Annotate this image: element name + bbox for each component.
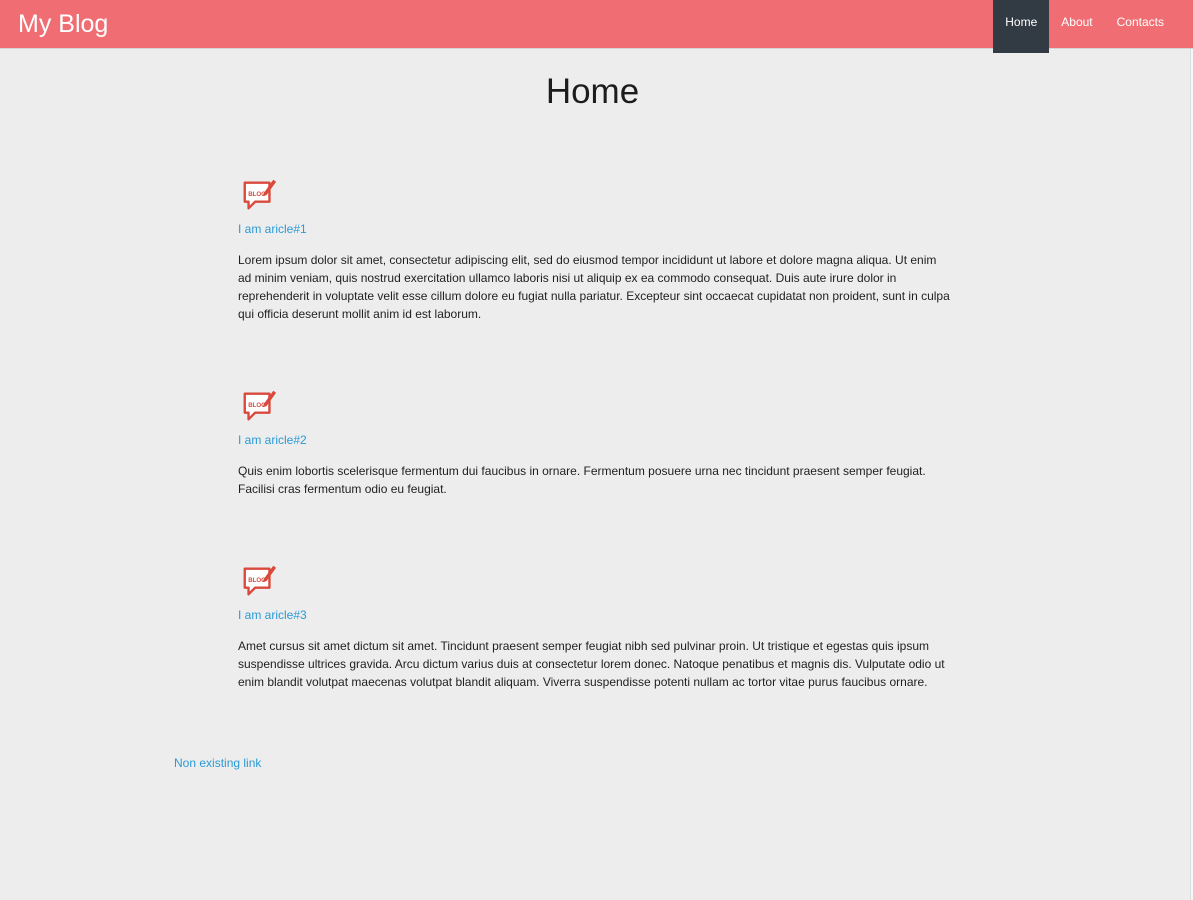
article-title-link[interactable]: I am aricle#3 <box>238 608 950 622</box>
svg-text:BLOG: BLOG <box>248 191 266 198</box>
article-card: BLOG I am aricle#1 Lorem ipsum dolor sit… <box>238 176 950 323</box>
blog-icon: BLOG <box>243 565 277 596</box>
article-title-link[interactable]: I am aricle#2 <box>238 433 950 447</box>
article-body: Amet cursus sit amet dictum sit amet. Ti… <box>238 639 945 689</box>
svg-text:BLOG: BLOG <box>248 402 266 409</box>
nav-about-link[interactable]: About <box>1049 0 1104 53</box>
page-title: Home <box>545 72 640 111</box>
article-body: Lorem ipsum dolor sit amet, consectetur … <box>238 253 950 321</box>
main-nav: Home About Contacts <box>993 0 1193 53</box>
nav-home-link[interactable]: Home <box>993 0 1050 53</box>
article-body: Quis enim lobortis scelerisque fermentum… <box>238 464 926 496</box>
article-title-link[interactable]: I am aricle#1 <box>238 222 950 236</box>
non-existing-link[interactable]: Non existing link <box>174 756 261 770</box>
article-card: BLOG I am aricle#3 Amet cursus sit amet … <box>238 562 950 691</box>
article-card: BLOG I am aricle#2 Quis enim lobortis sc… <box>238 387 950 498</box>
site-brand-link[interactable]: My Blog <box>18 8 108 40</box>
nav-contacts-link[interactable]: Contacts <box>1105 0 1193 53</box>
svg-text:BLOG: BLOG <box>248 577 266 584</box>
blog-icon: BLOG <box>243 179 277 210</box>
blog-icon: BLOG <box>243 390 277 421</box>
